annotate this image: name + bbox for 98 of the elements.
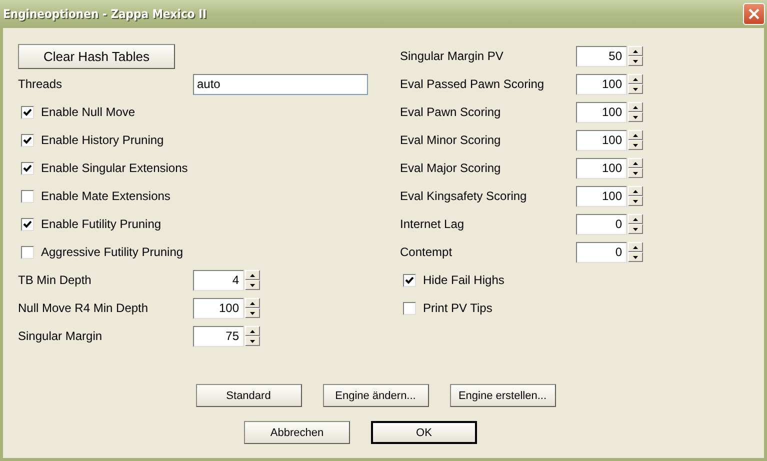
spin-up-button[interactable] [245, 326, 260, 336]
down-arrow-icon [250, 340, 255, 342]
checkbox-label: Enable Singular Extensions [41, 161, 188, 175]
dialog-button[interactable]: Abbrechen [244, 421, 350, 444]
up-arrow-icon [250, 330, 255, 332]
input-field[interactable]: auto [193, 74, 368, 94]
up-arrow-icon [633, 218, 638, 220]
field-label: Internet Lag [400, 217, 466, 231]
down-arrow-icon [633, 144, 638, 146]
up-arrow-icon [250, 274, 255, 276]
spin-down-button[interactable] [628, 112, 643, 122]
number-field[interactable]: 100 [576, 102, 627, 122]
checkbox[interactable] [21, 162, 34, 174]
checkmark-icon [23, 108, 32, 116]
up-arrow-icon [633, 78, 638, 80]
spin-up-button[interactable] [245, 298, 260, 308]
spin-up-button[interactable] [628, 158, 643, 168]
up-arrow-icon [633, 134, 638, 136]
field-label: Eval Pawn Scoring [400, 105, 502, 119]
down-arrow-icon [250, 312, 255, 314]
checkbox-label: Aggressive Futility Pruning [41, 245, 184, 259]
field-label: Singular Margin PV [400, 49, 504, 63]
field-label: Null Move R4 Min Depth [18, 301, 150, 315]
checkbox[interactable] [21, 218, 34, 230]
number-field[interactable]: 0 [576, 214, 627, 234]
spin-down-button[interactable] [628, 56, 643, 66]
checkbox[interactable] [21, 134, 34, 146]
number-field[interactable]: 100 [576, 158, 627, 178]
dialog-button[interactable]: OK [371, 421, 477, 444]
spin-up-button[interactable] [628, 102, 643, 112]
spin-down-button[interactable] [245, 336, 260, 346]
spin-down-button[interactable] [245, 308, 260, 318]
down-arrow-icon [633, 200, 638, 202]
spin-up-button[interactable] [245, 270, 260, 280]
checkbox-label: Enable Null Move [41, 105, 136, 119]
close-button[interactable] [743, 3, 765, 25]
spin-up-button[interactable] [628, 214, 643, 224]
down-arrow-icon [633, 256, 638, 258]
number-field[interactable]: 100 [576, 186, 627, 206]
down-arrow-icon [633, 228, 638, 230]
clear-hash-tables-button[interactable]: Clear Hash Tables [18, 44, 175, 68]
checkbox[interactable] [403, 274, 416, 286]
down-arrow-icon [633, 60, 638, 62]
number-field[interactable]: 75 [193, 326, 244, 346]
number-field[interactable]: 100 [576, 74, 627, 94]
spin-down-button[interactable] [628, 168, 643, 178]
checkbox-label: Hide Fail Highs [423, 273, 504, 287]
dialog-button[interactable]: Engine erstellen... [450, 384, 556, 407]
checkbox[interactable] [403, 302, 416, 314]
checkbox-label: Enable History Pruning [41, 133, 164, 147]
checkmark-icon [23, 220, 32, 228]
close-icon [748, 8, 760, 20]
dialog-button[interactable]: Standard [196, 384, 302, 407]
field-label: Threads [18, 77, 64, 91]
spin-up-button[interactable] [628, 186, 643, 196]
window-title: Engineoptionen - Zappa Mexico II [3, 7, 207, 21]
up-arrow-icon [633, 50, 638, 52]
dialog-button[interactable]: Engine ändern... [322, 384, 428, 407]
checkbox-label: Print PV Tips [423, 301, 492, 315]
spin-down-button[interactable] [628, 252, 643, 262]
checkbox-label: Enable Futility Pruning [41, 217, 162, 231]
field-label: Contempt [400, 245, 454, 259]
spin-down-button[interactable] [628, 84, 643, 94]
field-label: Eval Minor Scoring [400, 133, 502, 147]
checkmark-icon [23, 164, 32, 172]
spin-up-button[interactable] [628, 242, 643, 252]
checkbox[interactable] [21, 246, 34, 258]
up-arrow-icon [633, 162, 638, 164]
spin-down-button[interactable] [628, 140, 643, 150]
down-arrow-icon [633, 88, 638, 90]
checkmark-icon [23, 136, 32, 144]
up-arrow-icon [633, 190, 638, 192]
spin-down-button[interactable] [628, 196, 643, 206]
spin-down-button[interactable] [245, 280, 260, 290]
checkbox[interactable] [21, 190, 34, 202]
field-label: Eval Kingsafety Scoring [400, 189, 528, 203]
checkbox-label: Enable Mate Extensions [41, 189, 170, 203]
field-label: Eval Major Scoring [400, 161, 502, 175]
down-arrow-icon [250, 284, 255, 286]
spin-up-button[interactable] [628, 74, 643, 84]
number-field[interactable]: 4 [193, 270, 244, 290]
down-arrow-icon [633, 172, 638, 174]
spin-up-button[interactable] [628, 130, 643, 140]
up-arrow-icon [633, 106, 638, 108]
number-field[interactable]: 50 [576, 46, 627, 66]
spin-up-button[interactable] [628, 46, 643, 56]
up-arrow-icon [250, 302, 255, 304]
field-label: Eval Passed Pawn Scoring [400, 77, 546, 91]
up-arrow-icon [633, 246, 638, 248]
checkmark-icon [405, 276, 414, 284]
checkbox[interactable] [21, 106, 34, 118]
number-field[interactable]: 0 [576, 242, 627, 262]
number-field[interactable]: 100 [576, 130, 627, 150]
down-arrow-icon [633, 116, 638, 118]
number-field[interactable]: 100 [193, 298, 244, 318]
spin-down-button[interactable] [628, 224, 643, 234]
field-label: Singular Margin [18, 329, 104, 343]
field-label: TB Min Depth [18, 273, 92, 287]
